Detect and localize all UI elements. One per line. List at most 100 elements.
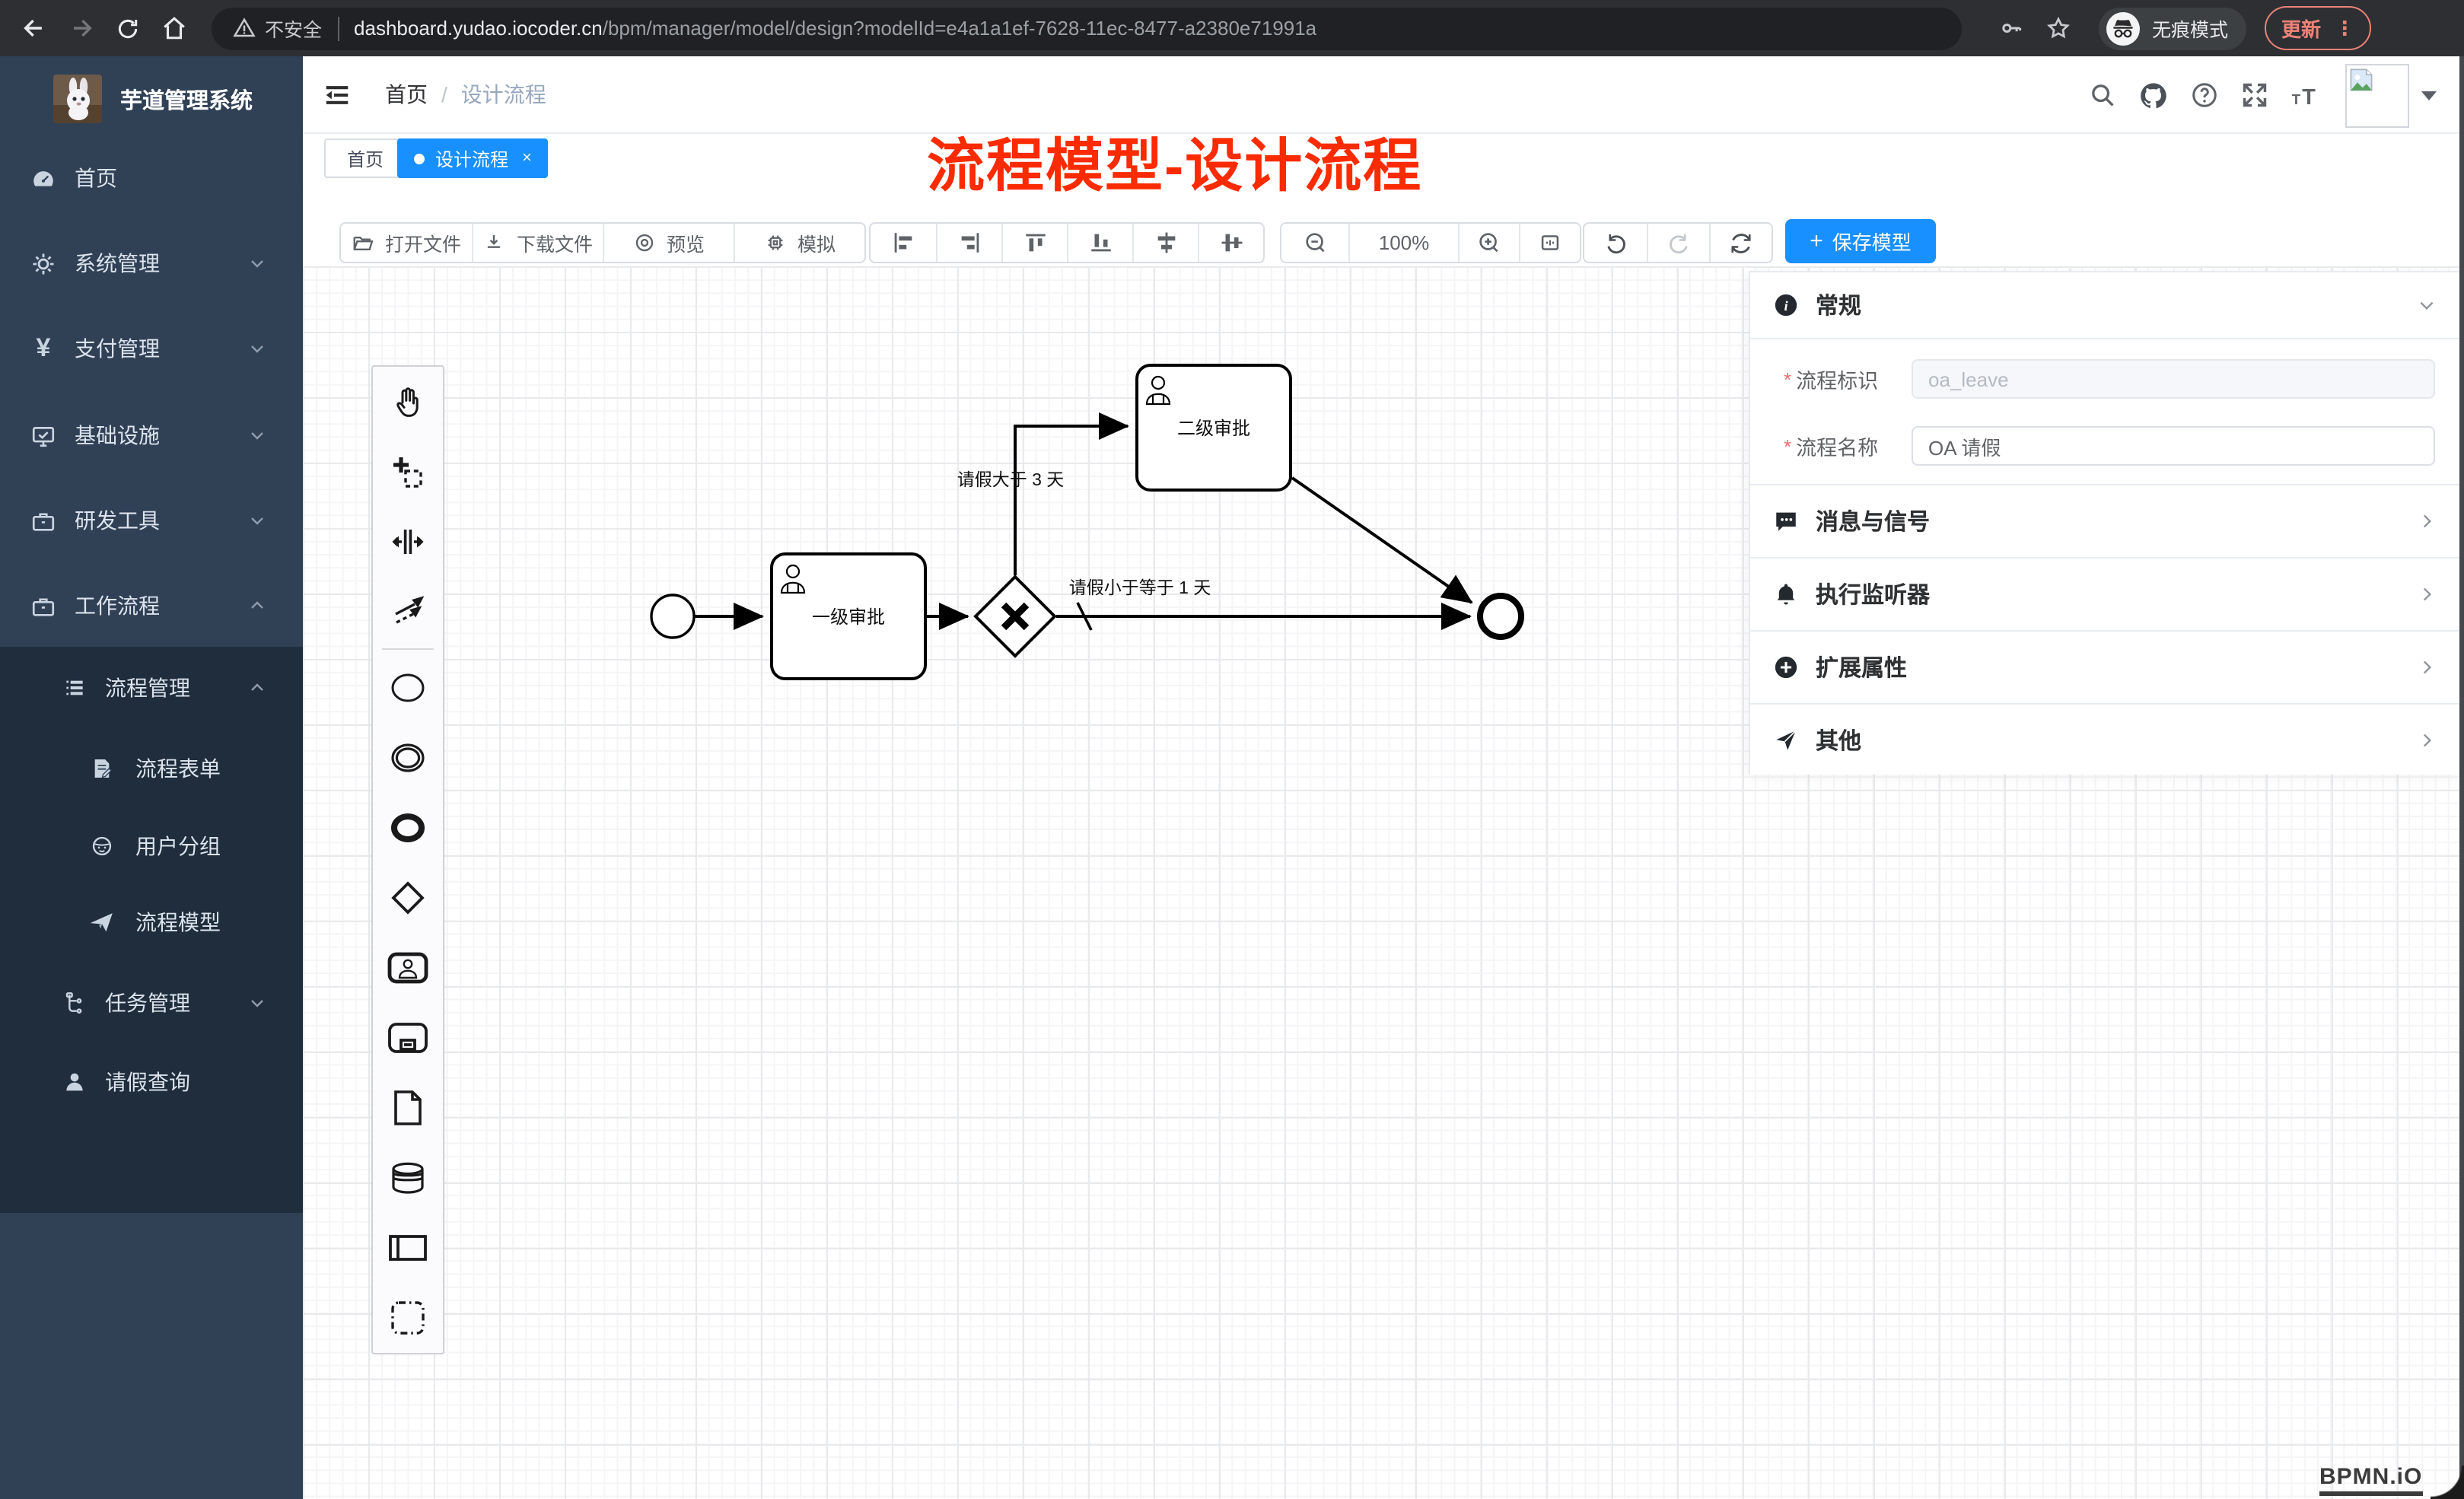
align-center-horizontal-icon[interactable] [1132, 224, 1198, 262]
sidebar-item-process-management[interactable]: 流程管理 [0, 650, 303, 726]
save-label: 保存模型 [1832, 227, 1912, 256]
key-icon[interactable] [1998, 15, 2024, 41]
avatar[interactable] [2345, 63, 2409, 127]
sidebar-item-system[interactable]: 系统管理 [0, 224, 303, 303]
section-message-signal[interactable]: 消息与信号 [1750, 485, 2462, 559]
redo-icon[interactable] [1647, 224, 1709, 262]
screen: 不安全 dashboard.yudao.iocoder.cn/bpm/manag… [0, 0, 2464, 1499]
chevron-up-icon [248, 597, 266, 615]
zoom-in-icon[interactable] [1458, 224, 1519, 262]
forward-icon[interactable] [68, 15, 94, 41]
user-icon [62, 1070, 87, 1094]
refresh-icon[interactable] [1709, 224, 1772, 262]
section-execution-listener[interactable]: 执行监听器 [1750, 559, 2462, 632]
undo-icon[interactable] [1584, 224, 1647, 262]
zoom-reset-icon[interactable] [1519, 224, 1580, 262]
sidebar-item-user-group[interactable]: 用户分组 [0, 808, 303, 884]
flow-label-gt3[interactable]: 请假大于 3 天 [957, 469, 1065, 489]
active-dot [414, 153, 425, 164]
align-center-vertical-icon[interactable] [1198, 224, 1263, 262]
chevron-up-icon [248, 679, 266, 697]
sidebar-item-process-model[interactable]: 流程模型 [0, 884, 303, 960]
plus-circle-icon [1773, 654, 1799, 680]
start-event[interactable] [651, 595, 694, 638]
app-logo [53, 75, 102, 123]
bookmark-star-icon[interactable] [2045, 15, 2071, 41]
sidebar-item-process-form[interactable]: 流程表单 [0, 730, 303, 807]
sidebar-item-infrastructure[interactable]: 基础设施 [0, 396, 303, 475]
properties-panel: i 常规 * 流程标识 * 流程名称 消息与信号 执行监听器 [1749, 271, 2464, 775]
tag-view-bar: 首页 设计流程 × [303, 134, 2464, 184]
list-icon [62, 676, 87, 700]
close-icon[interactable]: × [522, 149, 532, 167]
chevron-down-icon [248, 339, 266, 358]
align-left-icon[interactable] [871, 224, 936, 262]
search-icon[interactable] [2088, 81, 2117, 110]
field-process-key: * 流程标识 [1750, 359, 2462, 399]
chevron-down-icon [2417, 295, 2437, 315]
open-file-button[interactable]: 打开文件 [341, 224, 472, 262]
tab-design-process[interactable]: 设计流程 × [397, 138, 549, 178]
chevron-down-icon [248, 994, 266, 1012]
button-label: 下载文件 [517, 228, 593, 257]
user-task-level2[interactable]: 二级审批 [1137, 365, 1291, 490]
chevron-right-icon [2417, 657, 2437, 677]
user-task-level1[interactable]: 一级审批 [772, 554, 925, 679]
window-corner [2431, 1466, 2464, 1499]
tab-home[interactable]: 首页 [324, 138, 406, 178]
sidebar-item-devtools[interactable]: 研发工具 [0, 481, 303, 560]
flow-label-le1[interactable]: 请假小于等于 1 天 [1069, 578, 1211, 597]
preview-button[interactable]: 预览 [603, 224, 734, 262]
required-mark: * [1784, 434, 1791, 457]
zoom-out-icon[interactable] [1281, 224, 1348, 262]
align-top-icon[interactable] [1001, 224, 1067, 262]
flow-task2-to-end[interactable] [1292, 478, 1472, 603]
sidebar-item-task-management[interactable]: 任务管理 [0, 965, 303, 1041]
field-label: 流程名称 [1796, 431, 1878, 461]
not-secure-label: 不安全 [265, 14, 322, 43]
tab-label: 设计流程 [435, 145, 508, 171]
bpmn-io-watermark[interactable]: BPMN.iO [2319, 1464, 2422, 1496]
fullscreen-icon[interactable] [2240, 81, 2269, 110]
sidebar-item-workflow[interactable]: 工作流程 [0, 566, 303, 645]
breadcrumb-separator: / [441, 82, 447, 107]
browser-menu-icon[interactable]: ⋮ [2335, 16, 2354, 40]
hamburger-icon[interactable] [323, 80, 352, 109]
app-logo-row[interactable]: 芋道管理系统 [0, 68, 303, 129]
simulate-button[interactable]: 模拟 [734, 224, 864, 262]
back-icon[interactable] [21, 15, 47, 41]
yen-icon: ¥ [30, 333, 56, 364]
help-icon[interactable] [2190, 81, 2219, 110]
home-icon[interactable] [161, 15, 187, 41]
sidebar-item-label: 系统管理 [75, 248, 160, 278]
align-right-icon[interactable] [936, 224, 1001, 262]
button-label: 模拟 [797, 228, 836, 257]
section-other[interactable]: 其他 [1750, 705, 2462, 775]
download-file-button[interactable]: 下载文件 [472, 224, 603, 262]
sidebar-item-payment[interactable]: ¥ 支付管理 [0, 309, 303, 388]
address-bar[interactable]: 不安全 dashboard.yudao.iocoder.cn/bpm/manag… [212, 7, 1962, 49]
flow-gateway-to-task2[interactable] [1015, 426, 1128, 575]
zoom-level-value: 100% [1379, 231, 1430, 254]
browser-update-button[interactable]: 更新 ⋮ [2265, 6, 2371, 50]
reload-icon[interactable] [116, 16, 140, 40]
align-bottom-icon[interactable] [1067, 224, 1132, 262]
section-extended-attributes[interactable]: 扩展属性 [1750, 632, 2462, 705]
info-icon: i [1773, 292, 1799, 318]
section-label: 扩展属性 [1816, 651, 1907, 683]
end-event[interactable] [1480, 596, 1521, 637]
sidebar-item-home[interactable]: 首页 [0, 138, 303, 218]
section-label: 其他 [1816, 724, 1861, 756]
sidebar-item-leave-query[interactable]: 请假查询 [0, 1044, 303, 1120]
sidebar-item-label: 请假查询 [105, 1067, 190, 1097]
section-general[interactable]: i 常规 [1750, 272, 2462, 339]
save-model-button[interactable]: + 保存模型 [1785, 219, 1936, 263]
github-icon[interactable] [2138, 80, 2169, 110]
font-size-icon[interactable]: TT [2291, 81, 2324, 110]
process-name-input[interactable] [1912, 426, 2435, 466]
process-key-input[interactable] [1912, 359, 2435, 399]
exclusive-gateway[interactable] [976, 577, 1055, 656]
breadcrumb-home[interactable]: 首页 [385, 79, 428, 110]
paper-plane-icon [90, 910, 114, 934]
svg-text:二级审批: 二级审批 [1177, 419, 1250, 439]
